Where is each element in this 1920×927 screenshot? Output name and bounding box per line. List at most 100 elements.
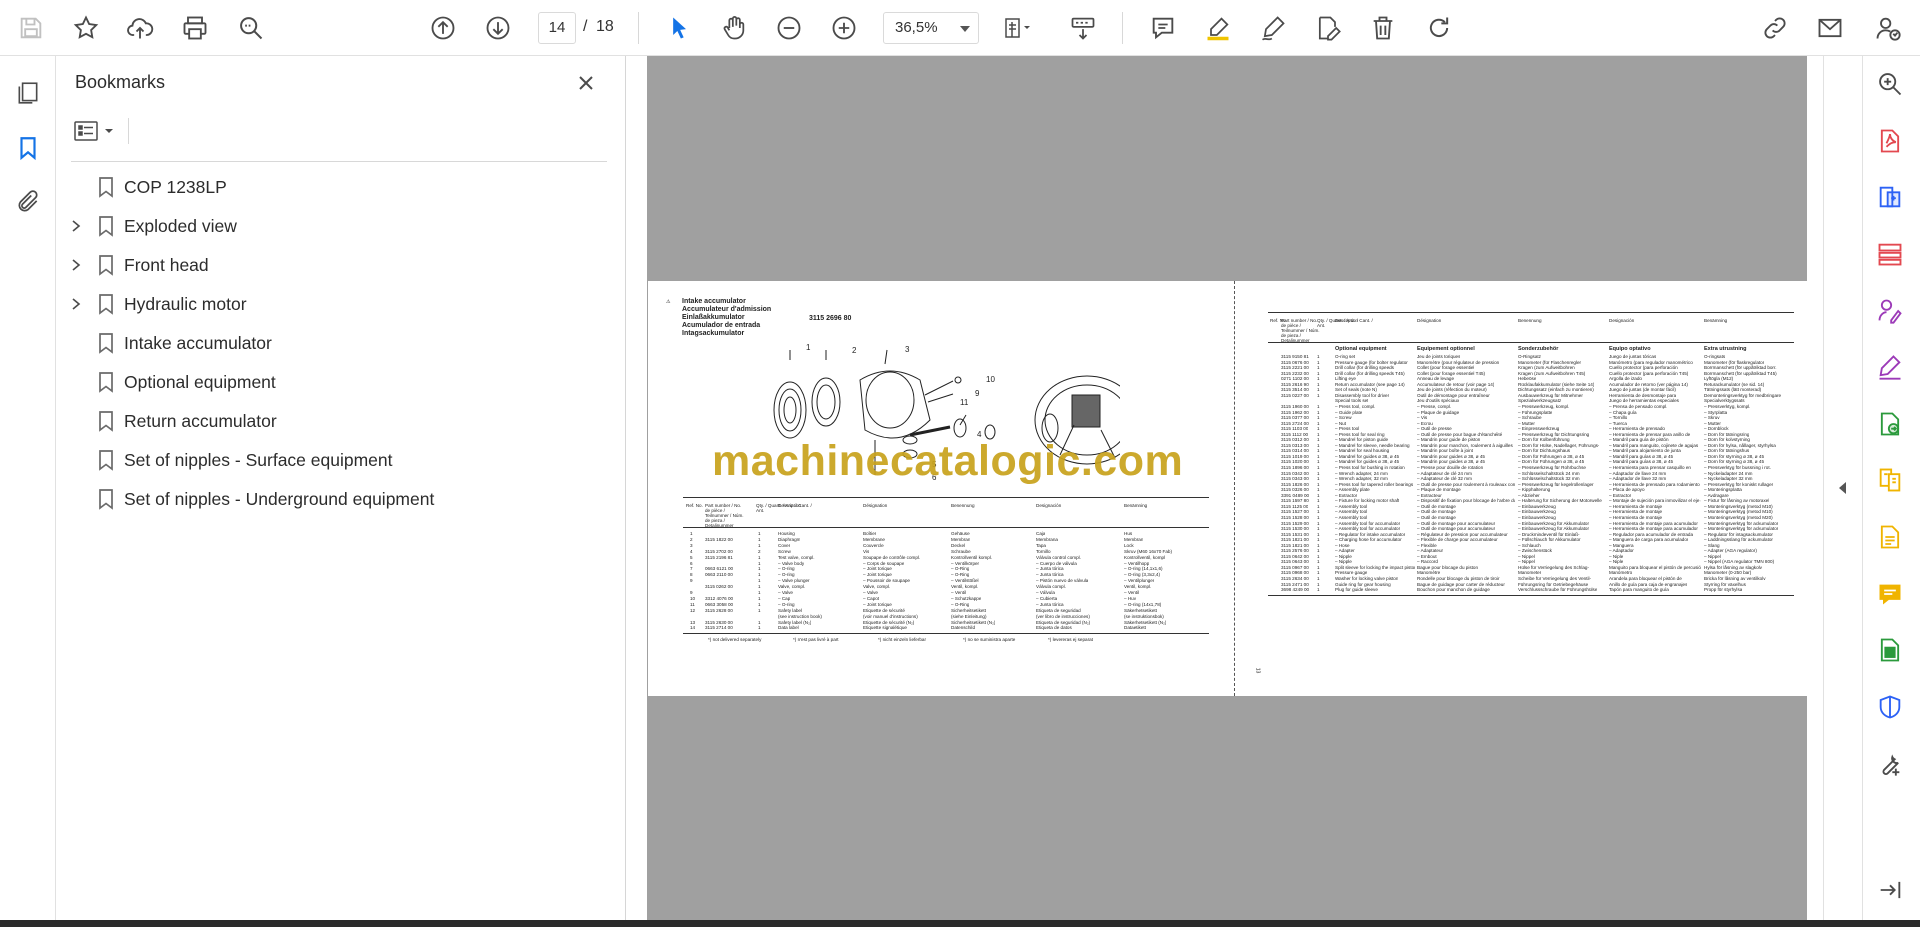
previous-page-icon[interactable] <box>424 9 462 47</box>
table-cell: 1 <box>758 531 761 536</box>
account-icon[interactable] <box>1869 9 1907 47</box>
search-icon[interactable] <box>232 9 270 47</box>
zoom-in-icon[interactable] <box>825 9 863 47</box>
table-cell: – Presswerkzeug für Dichtungsring <box>1518 431 1590 437</box>
bookmark-item[interactable]: Return accumulator <box>57 401 626 440</box>
select-cursor-icon[interactable] <box>660 9 698 47</box>
organize-pages-icon[interactable] <box>1870 235 1910 273</box>
table-cell: 3115 1826 00 <box>1281 481 1309 487</box>
table-cell: 1 <box>1317 426 1320 432</box>
table-cell: (se instruktionsbok) <box>1124 613 1164 619</box>
table-cell: – Placa de apoyo <box>1609 487 1645 493</box>
comment-icon[interactable] <box>1144 9 1182 47</box>
table-cell: Hylsa för låsning av slagkolv <box>1704 564 1762 570</box>
page-thumbnails-icon[interactable] <box>9 74 47 112</box>
table-cell: Tapa <box>1036 542 1046 548</box>
bookmark-item[interactable]: Set of nipples - Underground equipment <box>57 479 626 518</box>
zoom-level-dropdown[interactable]: 36,5% <box>883 12 979 44</box>
bookmark-item[interactable]: Intake accumulator <box>57 323 626 362</box>
table-cell: 1 <box>758 542 761 548</box>
chevron-right-icon[interactable] <box>70 219 82 233</box>
table-cell: Outil de démontage pour entraîneur <box>1417 392 1490 398</box>
close-icon[interactable] <box>570 67 602 99</box>
scroll-mode-icon[interactable] <box>1064 9 1102 47</box>
compare-files-icon[interactable] <box>1870 461 1910 499</box>
table-rule <box>683 633 1209 635</box>
page-fit-icon[interactable] <box>998 9 1036 47</box>
chevron-right-icon[interactable] <box>70 258 82 272</box>
page-number-input[interactable]: 14 <box>538 12 576 44</box>
table-cell: Etiquette de sécurité <box>863 607 905 613</box>
more-tools-wrench-icon[interactable] <box>1870 745 1910 783</box>
table-cell: 1 <box>1317 420 1320 426</box>
protect-shield-icon[interactable] <box>1870 688 1910 726</box>
bookmark-item[interactable]: Set of nipples - Surface equipment <box>57 440 626 479</box>
table-cell: 3115 0314 00 <box>1281 448 1309 454</box>
table-cell: Führungsring für Getriebegehäuse <box>1518 581 1589 587</box>
table-cell: Dataetikett <box>1124 625 1146 631</box>
next-page-icon[interactable] <box>479 9 517 47</box>
redo-rotate-icon[interactable] <box>1420 9 1458 47</box>
add-comment-icon[interactable] <box>1870 575 1910 613</box>
bookmark-item[interactable]: Hydraulic motor <box>57 284 626 323</box>
highlighter-icon[interactable] <box>1199 9 1237 47</box>
upload-cloud-icon[interactable] <box>121 9 159 47</box>
export-pdf-icon[interactable] <box>1870 122 1910 160</box>
bookmark-item[interactable]: Front head <box>57 245 626 284</box>
attachments-paperclip-icon[interactable] <box>9 183 47 221</box>
bookmark-item[interactable]: Exploded view <box>57 206 626 245</box>
bookmarks-list: COP 1238LP Exploded view Front head Hydraul… <box>57 167 626 518</box>
page-title-es: Acumulador de entrada <box>682 322 761 329</box>
table-cell: Ventil, kompl. <box>1124 584 1152 590</box>
zoom-out-icon[interactable] <box>770 9 808 47</box>
table-cell: – Manguera <box>1609 542 1634 548</box>
table-cell: – Outil de montage pour accumulateur <box>1417 520 1496 526</box>
table-cell: Membran <box>1124 536 1144 542</box>
table-cell: – Nippel <box>1704 553 1721 559</box>
link-share-icon[interactable] <box>1756 9 1794 47</box>
chevron-right-icon[interactable] <box>70 297 82 311</box>
fill-sign-icon[interactable] <box>1870 348 1910 386</box>
table-cell: – Mandrel for guides ø 38, ø 45 <box>1335 459 1400 465</box>
table-cell: 9 <box>690 578 693 584</box>
table-cell: 10 <box>690 595 696 601</box>
hand-tool-icon[interactable] <box>715 9 753 47</box>
table-cell: – Assembly tool <box>1335 509 1368 515</box>
table-cell: – Valve plunger <box>778 578 810 584</box>
create-pdf-icon[interactable] <box>1870 178 1910 216</box>
send-share-icon[interactable] <box>1870 405 1910 443</box>
trash-icon[interactable] <box>1364 9 1402 47</box>
table-cell: – Einbauwerkzeug für Akkumulator <box>1518 520 1589 526</box>
table-cell: 3115 0967 00 <box>1281 564 1309 570</box>
collapse-right-panel-handle[interactable] <box>1836 476 1850 500</box>
organize-green-icon[interactable] <box>1870 631 1910 669</box>
email-icon[interactable] <box>1811 9 1849 47</box>
table-cell: – Mutter <box>1704 420 1721 426</box>
star-icon[interactable] <box>67 9 105 47</box>
table-cell: 14 <box>690 625 696 631</box>
toolbar-divider <box>638 12 639 44</box>
table-cell: Returackumulator (se sid. 14) <box>1704 381 1765 387</box>
table-cell: – Monteringsverktyg för ackumulator <box>1704 526 1779 532</box>
table-cell: Anneau de levage <box>1417 376 1455 382</box>
table-cell: Sicherheitsetikett <box>951 607 986 613</box>
table-header-cell: Benennung <box>1518 318 1542 323</box>
bookmark-icon[interactable] <box>9 129 47 167</box>
toolbar-divider <box>1122 12 1123 44</box>
table-cell: – Wrench adapter, 32 mm <box>1335 476 1388 482</box>
bookmarks-panel: Bookmarks COP 1238LP Exploded view Front h… <box>57 56 626 920</box>
zoom-search-icon[interactable] <box>1870 65 1910 103</box>
request-signature-icon[interactable] <box>1870 292 1910 330</box>
bookmark-item[interactable]: Optional equipment <box>57 362 626 401</box>
edit-pdf-icon[interactable] <box>1870 518 1910 556</box>
table-cell: 3115 1962 00 <box>1281 409 1309 415</box>
table-cell: – Monteringsplatta <box>1704 487 1742 493</box>
table-cell: – Adapter <box>1335 548 1355 554</box>
draw-pen-icon[interactable] <box>1254 9 1292 47</box>
edit-text-icon[interactable] <box>1309 9 1347 47</box>
print-icon[interactable] <box>176 9 214 47</box>
bookmark-options-button[interactable] <box>73 114 121 148</box>
expand-panel-icon[interactable] <box>1870 871 1910 909</box>
save-icon[interactable] <box>12 9 50 47</box>
bookmark-item[interactable]: COP 1238LP <box>57 167 626 206</box>
